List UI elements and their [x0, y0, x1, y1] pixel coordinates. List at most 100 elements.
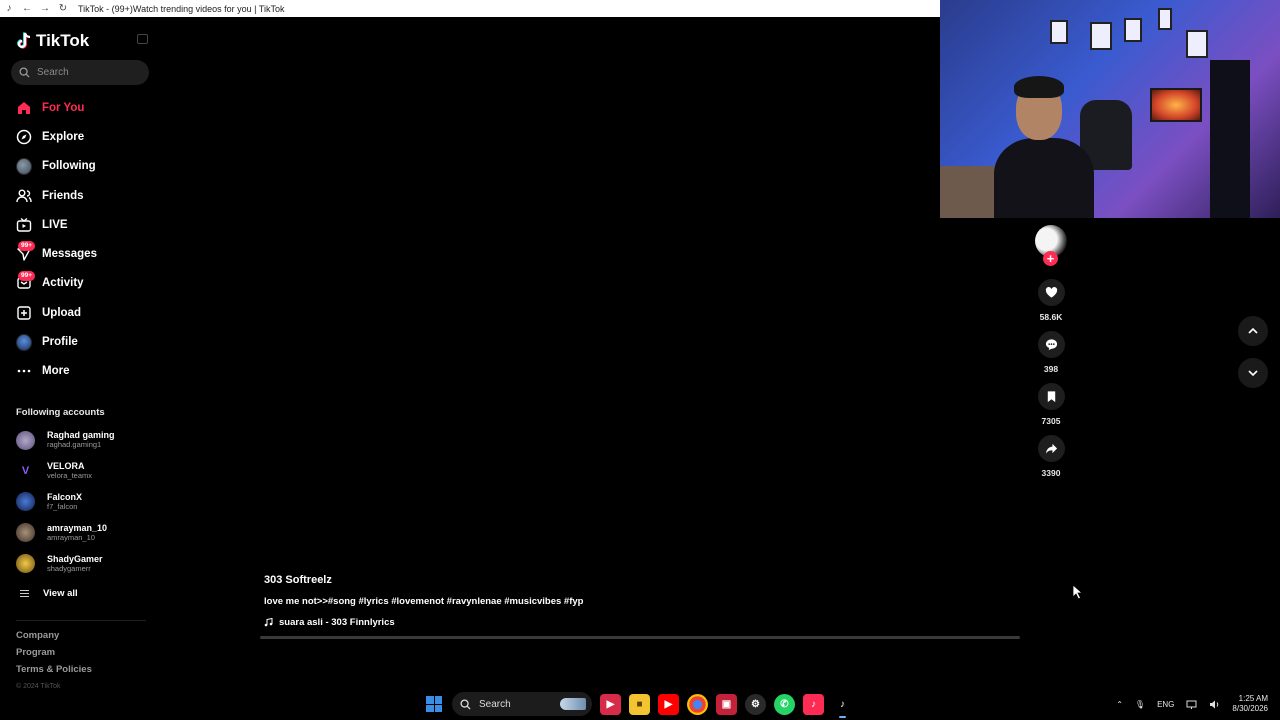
whatsapp-icon[interactable]: ✆ [774, 693, 795, 715]
footer-link-program[interactable]: Program [16, 647, 92, 658]
sidebar-item-label: Profile [42, 336, 78, 349]
view-all-button[interactable]: View all [20, 588, 78, 599]
taskbar-clock[interactable]: 1:25 AM 8/30/2026 [1232, 694, 1268, 714]
video-progress-bar[interactable] [260, 636, 1020, 639]
account-name: ShadyGamer [47, 553, 103, 564]
share-action[interactable]: 3390 [1030, 435, 1072, 478]
comment-icon [1045, 339, 1057, 351]
video-author[interactable]: 303 Softreelz [264, 574, 583, 586]
following-accounts-title: Following accounts [16, 407, 105, 418]
back-icon[interactable]: ← [18, 0, 36, 17]
taskbar: Search ▶ ■ ▶ ▣ ⚙ ✆ ♪ ♪ ⌃ 🎙 ENG 1:25 AM 8… [0, 688, 1280, 720]
sidebar-item-explore[interactable]: Explore [0, 122, 160, 151]
sidebar-item-messages[interactable]: 99+ Messages [0, 239, 160, 268]
friends-icon [16, 188, 32, 204]
account-item[interactable]: amrayman_10 amrayman_10 [16, 517, 156, 548]
account-name: Raghad gaming [47, 430, 115, 441]
sidebar-item-more[interactable]: More [0, 357, 160, 386]
sidebar-item-profile[interactable]: Profile [0, 327, 160, 356]
sidebar-nav: For You Explore Following Friends LIVE 9… [0, 93, 160, 386]
account-handle: amrayman_10 [47, 532, 95, 542]
account-item[interactable]: ShadyGamer shadygamerr [16, 548, 156, 579]
like-action[interactable]: 58.6K [1030, 279, 1072, 322]
chevron-down-icon [1248, 370, 1258, 377]
account-avatar [16, 430, 35, 450]
upload-icon [16, 305, 32, 321]
following-accounts-list: Raghad gaming raghad.gaming1 V VELORA velo… [16, 425, 156, 579]
account-handle: raghad.gaming1 [47, 440, 102, 450]
collapse-sidebar-button[interactable] [137, 34, 148, 44]
compass-icon [16, 129, 32, 145]
account-item[interactable]: FalconX f7_falcon [16, 487, 156, 518]
save-action[interactable]: 7305 [1030, 383, 1072, 426]
video-info: 303 Softreelz love me not>>#song #lyrics… [264, 574, 583, 628]
chevron-up-icon [1248, 327, 1258, 334]
file-explorer-icon[interactable]: ■ [629, 693, 650, 715]
profile-avatar [16, 333, 32, 351]
sidebar: TikTok Search For You Explore Following … [0, 17, 160, 690]
sidebar-item-label: Friends [42, 189, 84, 202]
sidebar-item-following[interactable]: Following [0, 152, 160, 181]
sidebar-item-upload[interactable]: Upload [0, 298, 160, 327]
tiktok-logo[interactable]: TikTok [16, 31, 89, 51]
clock-date: 8/30/2026 [1232, 704, 1268, 713]
next-video-button[interactable] [1238, 358, 1268, 388]
video-music[interactable]: suara asli - 303 Finnlyrics [264, 617, 583, 628]
shelf [1210, 60, 1250, 218]
like-button[interactable] [1037, 279, 1065, 306]
sidebar-item-for-you[interactable]: For You [0, 93, 160, 122]
account-name: VELORA [47, 461, 85, 472]
windows-start-icon[interactable] [424, 694, 444, 714]
search-input[interactable]: Search [11, 60, 149, 85]
streamer [994, 76, 1094, 218]
video-caption: love me not>>#song #lyrics #lovemenot #r… [264, 596, 584, 607]
app-icon-5[interactable]: ▣ [716, 693, 737, 715]
sidebar-item-activity[interactable]: 99+ Activity [0, 269, 160, 298]
network-icon[interactable] [1186, 699, 1197, 710]
browser-tab-title: TikTok - (99+)Watch trending videos for … [78, 3, 285, 14]
share-button[interactable] [1037, 435, 1065, 462]
previous-video-button[interactable] [1238, 316, 1268, 346]
sidebar-item-label: Explore [42, 130, 85, 143]
taskbar-apps: Search ▶ ■ ▶ ▣ ⚙ ✆ ♪ ♪ [424, 692, 853, 718]
sidebar-item-live[interactable]: LIVE [0, 210, 160, 239]
language-indicator[interactable]: ENG [1157, 700, 1174, 709]
save-button[interactable] [1037, 383, 1065, 410]
tiktok-active-icon[interactable]: ♪ [832, 693, 853, 718]
chevron-up-icon[interactable]: ⌃ [1116, 700, 1123, 709]
sidebar-item-label: LIVE [42, 218, 68, 231]
search-highlight-icon [560, 698, 586, 710]
app-icon-1[interactable]: ▶ [600, 693, 621, 715]
account-item[interactable]: Raghad gaming raghad.gaming1 [16, 425, 156, 456]
bookmark-icon [1047, 391, 1055, 403]
microphone-icon[interactable]: 🎙 [1135, 700, 1145, 709]
tiktok-app-icon[interactable]: ♪ [803, 693, 824, 715]
music-note-icon [264, 618, 273, 627]
sidebar-item-label: For You [42, 101, 85, 114]
reload-icon[interactable]: ↻ [54, 0, 72, 17]
footer-links: Company Program Terms & Policies [16, 630, 92, 675]
wall-poster [1090, 22, 1112, 50]
youtube-icon[interactable]: ▶ [658, 693, 679, 715]
volume-icon[interactable] [1209, 699, 1220, 710]
view-all-label: View all [43, 588, 78, 599]
account-item[interactable]: V VELORA velora_teamx [16, 456, 156, 487]
sidebar-item-label: Following [42, 160, 96, 173]
follow-button[interactable]: + [1043, 251, 1058, 266]
footer-link-company[interactable]: Company [16, 630, 92, 641]
comment-button[interactable] [1037, 331, 1065, 358]
wall-poster [1124, 18, 1142, 42]
forward-icon[interactable]: → [36, 0, 54, 17]
settings-icon[interactable]: ⚙ [745, 693, 766, 715]
taskbar-search[interactable]: Search [452, 692, 592, 716]
screen: ♪ ← → ↻ TikTok - (99+)Watch trending vid… [0, 0, 1280, 720]
sidebar-item-friends[interactable]: Friends [0, 181, 160, 210]
mouse-cursor-icon [1072, 584, 1084, 600]
account-handle: shadygamerr [47, 563, 91, 573]
footer-link-terms[interactable]: Terms & Policies [16, 664, 92, 675]
account-avatar [16, 554, 35, 574]
account-name: FalconX [47, 491, 83, 502]
chrome-icon[interactable] [687, 693, 708, 715]
comment-action[interactable]: 398 [1030, 331, 1072, 374]
clock-time: 1:25 AM [1238, 694, 1268, 703]
